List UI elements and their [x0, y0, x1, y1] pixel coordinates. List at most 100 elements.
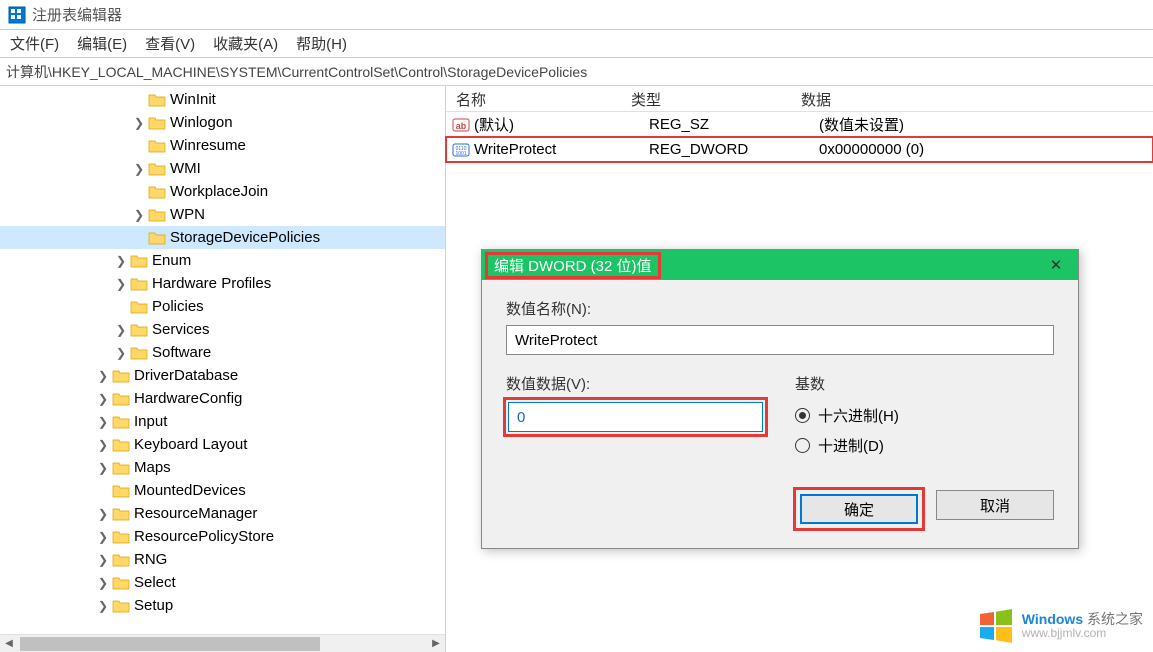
tree-label: RNG	[134, 551, 173, 568]
tree-label: Enum	[152, 252, 197, 269]
menu-favorites[interactable]: 收藏夹(A)	[207, 31, 284, 56]
string-value-icon: ab	[452, 116, 470, 134]
tree-item[interactable]: ❯Services	[0, 318, 445, 341]
dialog-title-text: 编辑 DWORD (32 位)值	[494, 258, 652, 275]
tree-expander-icon[interactable]: ❯	[114, 277, 128, 291]
tree-item[interactable]: ❯DriverDatabase	[0, 364, 445, 387]
close-icon[interactable]: ✕	[1046, 256, 1066, 274]
tree-label: ResourcePolicyStore	[134, 528, 280, 545]
tree-item[interactable]: ❯ Setup	[0, 594, 445, 617]
menu-edit[interactable]: 编辑(E)	[71, 31, 133, 56]
tree-expander-icon[interactable]: ❯	[132, 116, 146, 130]
tree-label: StorageDevicePolicies	[170, 229, 326, 246]
value-name-input[interactable]	[506, 325, 1054, 355]
scrollbar-track[interactable]	[18, 636, 427, 652]
tree-label: Winresume	[170, 137, 252, 154]
cancel-button[interactable]: 取消	[936, 490, 1054, 520]
folder-icon	[112, 391, 130, 406]
tree-item[interactable]: ❯Winlogon	[0, 111, 445, 134]
tree-expander-icon[interactable]: ❯	[114, 254, 128, 268]
svg-text:1001: 1001	[455, 151, 466, 157]
tree-item[interactable]: StorageDevicePolicies	[0, 226, 445, 249]
col-header-name[interactable]: 名称	[446, 86, 621, 111]
scrollbar-left-arrow[interactable]: ◀	[0, 636, 18, 652]
tree-expander-icon[interactable]: ❯	[132, 208, 146, 222]
menu-file[interactable]: 文件(F)	[4, 31, 65, 56]
tree-label: MountedDevices	[134, 482, 252, 499]
windows-logo-icon	[978, 608, 1014, 644]
tree-expander-icon[interactable]: ❯	[96, 599, 110, 613]
tree-item[interactable]: ❯ Enum	[0, 249, 445, 272]
tree-expander-icon[interactable]: ❯	[96, 553, 110, 567]
tree-expander-icon[interactable]: ❯	[114, 346, 128, 360]
tree-expander-icon[interactable]: ❯	[96, 438, 110, 452]
radio-dec[interactable]: 十进制(D)	[795, 430, 1054, 460]
value-data-label: 数值数据(V):	[506, 373, 765, 394]
dialog-title-bar[interactable]: 编辑 DWORD (32 位)值 ✕	[482, 250, 1078, 280]
svg-text:ab: ab	[456, 121, 467, 131]
tree-label: WPN	[170, 206, 211, 223]
tree-expander-icon[interactable]: ❯	[96, 392, 110, 406]
ok-button[interactable]: 确定	[800, 494, 918, 524]
tree-expander-icon[interactable]: ❯	[132, 162, 146, 176]
tree-item[interactable]: ❯ WPN	[0, 203, 445, 226]
tree-item[interactable]: ❯ Select	[0, 571, 445, 594]
window-title: 注册表编辑器	[32, 4, 122, 25]
value-row[interactable]: 01101001WriteProtectREG_DWORD0x00000000 …	[446, 137, 1153, 162]
tree-item[interactable]: MountedDevices	[0, 479, 445, 502]
path-bar[interactable]: 计算机\HKEY_LOCAL_MACHINE\SYSTEM\CurrentCon…	[0, 58, 1153, 86]
tree-item[interactable]: ❯ResourceManager	[0, 502, 445, 525]
tree-item[interactable]: Winresume	[0, 134, 445, 157]
tree-item[interactable]: ❯ Keyboard Layout	[0, 433, 445, 456]
tree-item[interactable]: ❯Hardware Profiles	[0, 272, 445, 295]
tree-item[interactable]: ❯Maps	[0, 456, 445, 479]
tree-label: HardwareConfig	[134, 390, 248, 407]
folder-icon	[130, 322, 148, 337]
tree-item[interactable]: ❯ WMI	[0, 157, 445, 180]
folder-icon	[148, 92, 166, 107]
tree-expander-icon[interactable]: ❯	[114, 323, 128, 337]
radio-dec-circle	[795, 438, 810, 453]
value-data: 0x00000000 (0)	[809, 141, 1153, 158]
tree-item[interactable]: ❯ RNG	[0, 548, 445, 571]
dword-value-icon: 01101001	[452, 141, 470, 159]
base-label: 基数	[795, 373, 1054, 394]
scrollbar-horizontal[interactable]: ◀ ▶	[0, 634, 445, 652]
scrollbar-right-arrow[interactable]: ▶	[427, 636, 445, 652]
radio-dec-label: 十进制(D)	[818, 435, 884, 456]
tree-label: Select	[134, 574, 182, 591]
values-header[interactable]: 名称 类型 数据	[446, 86, 1153, 112]
tree-item[interactable]: ❯Software	[0, 341, 445, 364]
tree-expander-icon[interactable]: ❯	[96, 530, 110, 544]
value-row[interactable]: ab(默认)REG_SZ(数值未设置)	[446, 112, 1153, 137]
tree[interactable]: WinInit❯Winlogon Winresume ❯ WMI WorkplaceJo…	[0, 86, 445, 634]
value-name: WriteProtect	[474, 141, 639, 158]
tree-expander-icon[interactable]: ❯	[96, 507, 110, 521]
tree-label: Keyboard Layout	[134, 436, 253, 453]
col-header-type[interactable]: 类型	[621, 86, 791, 111]
value-name-label: 数值名称(N):	[506, 298, 1054, 319]
tree-label: WMI	[170, 160, 207, 177]
value-data-input[interactable]	[508, 402, 763, 432]
menu-help[interactable]: 帮助(H)	[290, 31, 353, 56]
scrollbar-thumb[interactable]	[20, 637, 320, 651]
col-header-data[interactable]: 数据	[791, 86, 1153, 111]
menu-view[interactable]: 查看(V)	[139, 31, 201, 56]
folder-icon	[112, 460, 130, 475]
tree-expander-icon[interactable]: ❯	[96, 461, 110, 475]
tree-label: WorkplaceJoin	[170, 183, 274, 200]
tree-item[interactable]: ❯Input	[0, 410, 445, 433]
edit-dword-dialog: 编辑 DWORD (32 位)值 ✕ 数值名称(N): 数值数据(V): 基数 …	[481, 249, 1079, 549]
tree-expander-icon[interactable]: ❯	[96, 576, 110, 590]
tree-item[interactable]: ❯ HardwareConfig	[0, 387, 445, 410]
tree-item[interactable]: WorkplaceJoin	[0, 180, 445, 203]
tree-expander-icon[interactable]: ❯	[96, 369, 110, 383]
tree-item[interactable]: Policies	[0, 295, 445, 318]
folder-icon	[148, 161, 166, 176]
tree-item[interactable]: WinInit	[0, 88, 445, 111]
tree-label: Setup	[134, 597, 179, 614]
tree-item[interactable]: ❯ ResourcePolicyStore	[0, 525, 445, 548]
values-body[interactable]: ab(默认)REG_SZ(数值未设置)01101001WriteProtectR…	[446, 112, 1153, 162]
radio-hex[interactable]: 十六进制(H)	[795, 400, 1054, 430]
tree-expander-icon[interactable]: ❯	[96, 415, 110, 429]
